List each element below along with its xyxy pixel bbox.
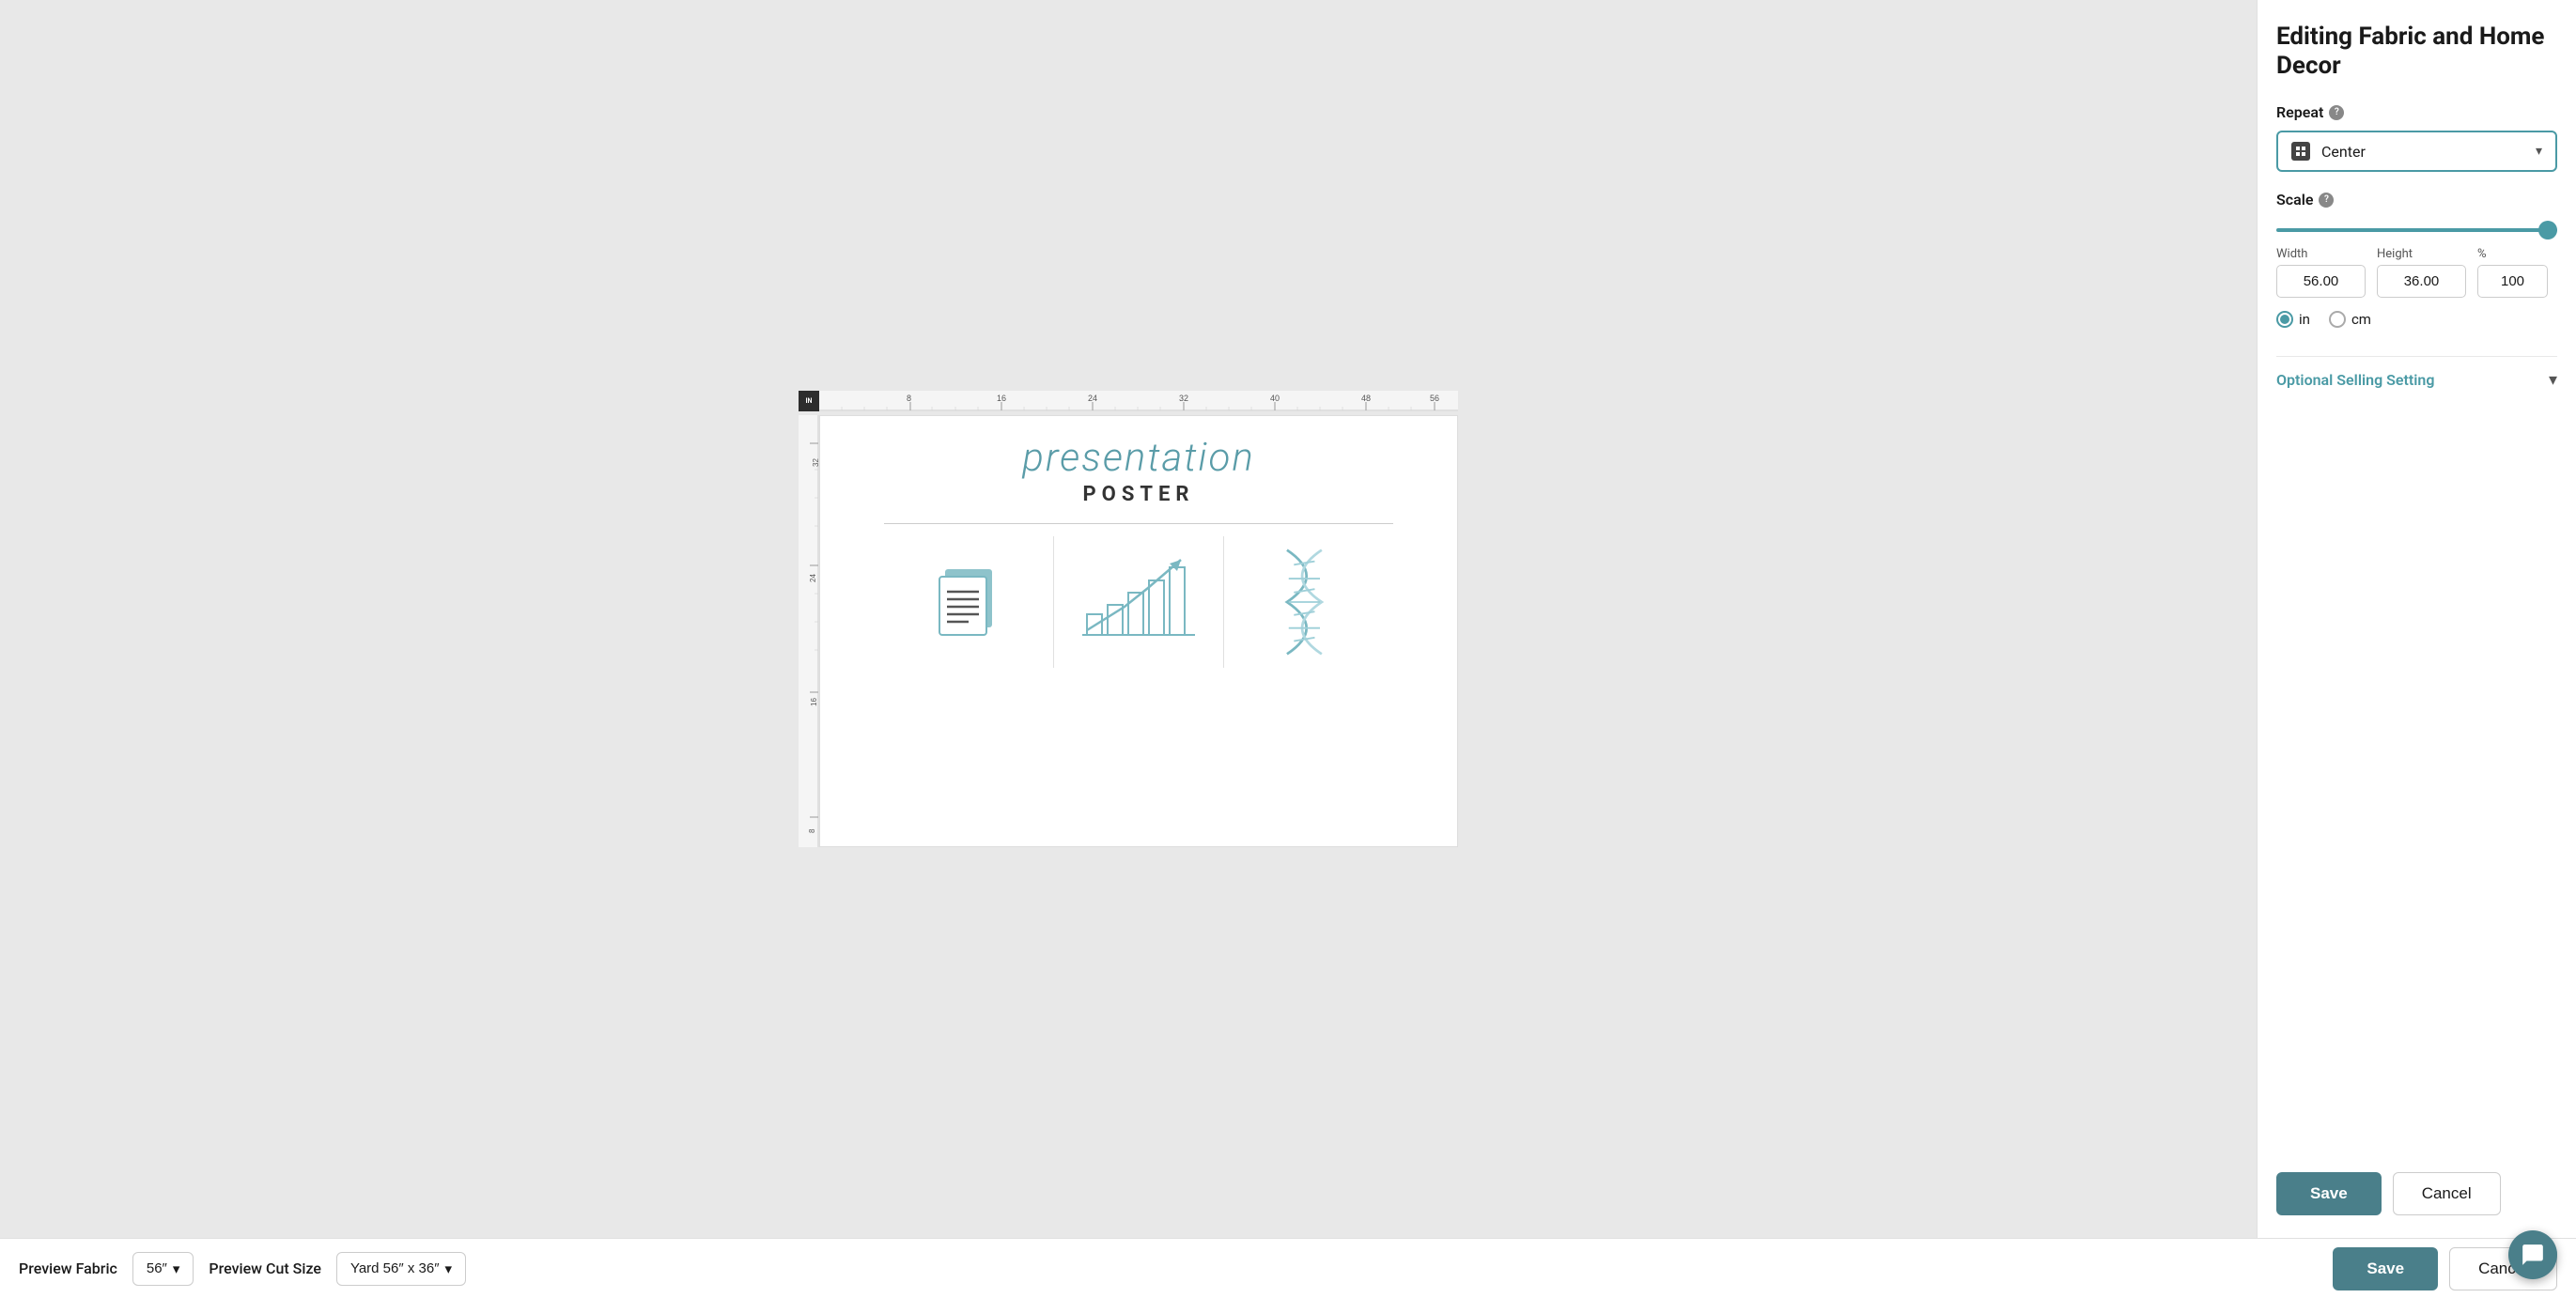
- unit-in-label: in: [2299, 311, 2310, 328]
- fabric-canvas: presentation POSTER: [819, 415, 1458, 847]
- optional-chevron-icon: ▾: [2549, 370, 2557, 390]
- poster-icons-row: [884, 536, 1393, 668]
- panel-actions: Save Cancel: [2276, 1172, 2557, 1215]
- height-input[interactable]: [2377, 265, 2466, 298]
- bottom-bar: Preview Fabric 56″ ▾ Preview Cut Size Ya…: [0, 1238, 2576, 1298]
- scale-help-icon[interactable]: ?: [2319, 193, 2334, 208]
- optional-selling-title: Optional Selling Setting: [2276, 371, 2434, 389]
- radio-in-inner: [2280, 315, 2289, 324]
- unit-cm-option[interactable]: cm: [2329, 311, 2371, 328]
- chart-icon: [1078, 550, 1200, 654]
- poster-divider: [884, 523, 1393, 524]
- unit-label: IN: [806, 397, 813, 405]
- chat-bubble-button[interactable]: [2508, 1230, 2557, 1279]
- poster-title-area: presentation POSTER: [839, 435, 1438, 506]
- unit-row: in cm: [2276, 311, 2557, 328]
- ruler-area: IN 8 16 24 32: [799, 391, 1458, 847]
- poster-main-title: presentation: [839, 435, 1438, 481]
- repeat-label: Repeat ?: [2276, 103, 2557, 121]
- right-panel: Editing Fabric and Home Decor Repeat ? C…: [2257, 0, 2576, 1238]
- ruler-left-svg: 32 24 16 8: [799, 415, 819, 847]
- repeat-select[interactable]: Center ▾: [2276, 131, 2557, 172]
- poster-content: presentation POSTER: [820, 416, 1457, 846]
- svg-text:56: 56: [1430, 394, 1439, 403]
- optional-selling-section[interactable]: Optional Selling Setting ▾: [2276, 356, 2557, 403]
- radio-cm-outer: [2329, 311, 2346, 328]
- width-input[interactable]: [2276, 265, 2366, 298]
- bottom-save-button[interactable]: Save: [2333, 1247, 2438, 1290]
- svg-text:8: 8: [808, 828, 816, 833]
- canvas-with-left-ruler: 32 24 16 8: [799, 415, 1458, 847]
- height-label: Height: [2377, 247, 2466, 261]
- scale-slider[interactable]: [2276, 228, 2557, 232]
- ruler-top-svg: 8 16 24 32 40 48 56: [819, 391, 1458, 411]
- dna-icon: [1266, 546, 1351, 658]
- repeat-select-inner[interactable]: Center ▾: [2278, 132, 2555, 170]
- svg-text:16: 16: [997, 394, 1006, 403]
- svg-text:32: 32: [812, 458, 819, 467]
- cut-size-value: Yard 56″ x 36″: [350, 1260, 440, 1276]
- preview-cut-size-label: Preview Cut Size: [209, 1259, 321, 1277]
- radio-in-outer: [2276, 311, 2293, 328]
- repeat-help-icon[interactable]: ?: [2329, 105, 2344, 120]
- cancel-button[interactable]: Cancel: [2393, 1172, 2501, 1215]
- fabric-size-chevron: ▾: [173, 1260, 180, 1277]
- percent-label: %: [2477, 247, 2548, 261]
- poster-sub-title: POSTER: [839, 483, 1438, 506]
- percent-group: %: [2477, 247, 2548, 298]
- fabric-size-value: 56″: [147, 1260, 167, 1276]
- panel-title: Editing Fabric and Home Decor: [2276, 23, 2557, 81]
- width-label: Width: [2276, 247, 2366, 261]
- cut-size-select[interactable]: Yard 56″ x 36″ ▾: [336, 1252, 466, 1286]
- scale-label: Scale ?: [2276, 191, 2557, 209]
- ruler-corner: IN: [799, 391, 819, 411]
- fabric-size-select[interactable]: 56″ ▾: [132, 1252, 194, 1286]
- main-layout: IN 8 16 24 32: [0, 0, 2576, 1238]
- poster-icon-documents: [884, 536, 1054, 668]
- svg-text:40: 40: [1270, 394, 1280, 403]
- percent-input[interactable]: [2477, 265, 2548, 298]
- preview-fabric-label: Preview Fabric: [19, 1259, 117, 1277]
- repeat-value: Center: [2321, 143, 2536, 161]
- svg-text:24: 24: [809, 574, 817, 582]
- poster-icon-chart: [1054, 536, 1224, 668]
- cut-size-chevron: ▾: [445, 1260, 453, 1277]
- width-group: Width: [2276, 247, 2366, 298]
- chat-bubble-icon: [2521, 1243, 2545, 1267]
- top-ruler: 8 16 24 32 40 48 56: [819, 391, 1458, 415]
- dimensions-row: Width Height %: [2276, 247, 2557, 298]
- height-group: Height: [2377, 247, 2466, 298]
- svg-text:8: 8: [907, 394, 911, 403]
- poster-icon-dna: [1224, 536, 1393, 668]
- canvas-area: IN 8 16 24 32: [0, 0, 2257, 1238]
- svg-text:24: 24: [1088, 394, 1097, 403]
- svg-text:32: 32: [1179, 394, 1188, 403]
- document-icon: [926, 560, 1011, 644]
- svg-text:48: 48: [1361, 394, 1371, 403]
- save-button[interactable]: Save: [2276, 1172, 2382, 1215]
- scale-section: Scale ? Width Height %: [2276, 191, 2557, 328]
- unit-in-option[interactable]: in: [2276, 311, 2310, 328]
- slider-container: [2276, 218, 2557, 236]
- svg-text:16: 16: [810, 698, 818, 706]
- chevron-down-icon: ▾: [2536, 144, 2542, 159]
- repeat-center-icon: [2291, 142, 2310, 161]
- unit-cm-label: cm: [2351, 311, 2371, 328]
